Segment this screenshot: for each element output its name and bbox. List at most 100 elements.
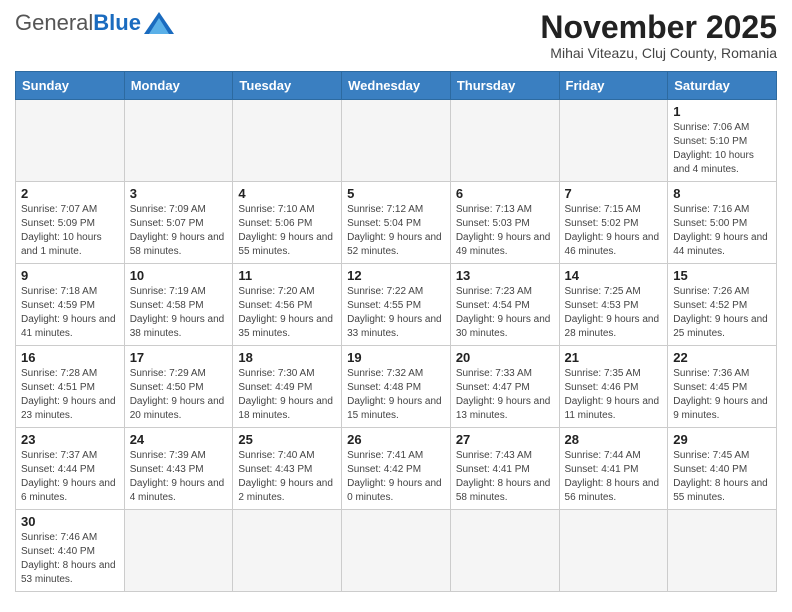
day-number: 21 xyxy=(565,350,663,365)
day-number: 14 xyxy=(565,268,663,283)
calendar-header: General Blue November 2025 Mihai Viteazu… xyxy=(15,10,777,61)
day-number: 24 xyxy=(130,432,228,447)
day-number: 7 xyxy=(565,186,663,201)
calendar-cell: 4 Sunrise: 7:10 AM Sunset: 5:06 PM Daylig… xyxy=(233,182,342,264)
calendar-cell xyxy=(233,510,342,592)
day-info: Sunrise: 7:37 AM Sunset: 4:44 PM Dayligh… xyxy=(21,449,119,505)
day-info: Sunrise: 7:46 AM Sunset: 4:40 PM Dayligh… xyxy=(21,531,119,587)
calendar-cell: 27Sunrise: 7:43 AM Sunset: 4:41 PM Dayli… xyxy=(450,428,559,510)
day-info: Sunrise: 7:22 AM Sunset: 4:55 PM Dayligh… xyxy=(347,285,445,341)
day-number: 13 xyxy=(456,268,554,283)
day-number: 20 xyxy=(456,350,554,365)
day-info: Sunrise: 7:07 AM Sunset: 5:09 PM Dayligh… xyxy=(21,203,119,259)
logo-general-text: General xyxy=(15,10,93,36)
calendar-week-row: 2 Sunrise: 7:07 AM Sunset: 5:09 PM Daylig… xyxy=(16,182,777,264)
calendar-cell xyxy=(668,510,777,592)
weekday-header-saturday: Saturday xyxy=(668,72,777,100)
calendar-cell: 16 Sunrise: 7:28 AM Sunset: 4:51 PM Dayli… xyxy=(16,346,125,428)
calendar-cell: 3Sunrise: 7:09 AM Sunset: 5:07 PM Daylig… xyxy=(124,182,233,264)
calendar-cell xyxy=(450,510,559,592)
calendar-cell: 1 Sunrise: 7:06 AM Sunset: 5:10 PM Daylig… xyxy=(668,100,777,182)
day-number: 1 xyxy=(673,104,771,119)
day-number: 23 xyxy=(21,432,119,447)
calendar-cell: 26Sunrise: 7:41 AM Sunset: 4:42 PM Dayli… xyxy=(342,428,451,510)
calendar-week-row: 16 Sunrise: 7:28 AM Sunset: 4:51 PM Dayli… xyxy=(16,346,777,428)
calendar-week-row: 9 Sunrise: 7:18 AM Sunset: 4:59 PM Daylig… xyxy=(16,264,777,346)
day-info: Sunrise: 7:28 AM Sunset: 4:51 PM Dayligh… xyxy=(21,367,119,423)
calendar-table: SundayMondayTuesdayWednesdayThursdayFrid… xyxy=(15,71,777,592)
day-info: Sunrise: 7:09 AM Sunset: 5:07 PM Dayligh… xyxy=(130,203,228,259)
calendar-cell xyxy=(342,510,451,592)
title-area: November 2025 Mihai Viteazu, Cluj County… xyxy=(540,10,777,61)
day-info: Sunrise: 7:23 AM Sunset: 4:54 PM Dayligh… xyxy=(456,285,554,341)
day-info: Sunrise: 7:33 AM Sunset: 4:47 PM Dayligh… xyxy=(456,367,554,423)
day-info: Sunrise: 7:20 AM Sunset: 4:56 PM Dayligh… xyxy=(238,285,336,341)
day-info: Sunrise: 7:06 AM Sunset: 5:10 PM Dayligh… xyxy=(673,121,771,177)
day-number: 4 xyxy=(238,186,336,201)
day-info: Sunrise: 7:19 AM Sunset: 4:58 PM Dayligh… xyxy=(130,285,228,341)
day-number: 15 xyxy=(673,268,771,283)
calendar-cell: 20 Sunrise: 7:33 AM Sunset: 4:47 PM Dayli… xyxy=(450,346,559,428)
month-title: November 2025 xyxy=(540,10,777,45)
calendar-cell: 30 Sunrise: 7:46 AM Sunset: 4:40 PM Dayli… xyxy=(16,510,125,592)
day-info: Sunrise: 7:45 AM Sunset: 4:40 PM Dayligh… xyxy=(673,449,771,505)
calendar-cell: 25Sunrise: 7:40 AM Sunset: 4:43 PM Dayli… xyxy=(233,428,342,510)
weekday-header-wednesday: Wednesday xyxy=(342,72,451,100)
calendar-body: 1 Sunrise: 7:06 AM Sunset: 5:10 PM Daylig… xyxy=(16,100,777,592)
calendar-week-row: 1 Sunrise: 7:06 AM Sunset: 5:10 PM Daylig… xyxy=(16,100,777,182)
calendar-cell: 21 Sunrise: 7:35 AM Sunset: 4:46 PM Dayli… xyxy=(559,346,668,428)
calendar-week-row: 30 Sunrise: 7:46 AM Sunset: 4:40 PM Dayli… xyxy=(16,510,777,592)
calendar-cell: 2 Sunrise: 7:07 AM Sunset: 5:09 PM Daylig… xyxy=(16,182,125,264)
calendar-cell xyxy=(450,100,559,182)
calendar-cell: 9 Sunrise: 7:18 AM Sunset: 4:59 PM Daylig… xyxy=(16,264,125,346)
logo: General Blue xyxy=(15,10,174,36)
calendar-cell: 29 Sunrise: 7:45 AM Sunset: 4:40 PM Dayli… xyxy=(668,428,777,510)
calendar-cell: 18Sunrise: 7:30 AM Sunset: 4:49 PM Dayli… xyxy=(233,346,342,428)
day-number: 9 xyxy=(21,268,119,283)
calendar-cell xyxy=(559,510,668,592)
day-number: 2 xyxy=(21,186,119,201)
day-number: 19 xyxy=(347,350,445,365)
weekday-row: SundayMondayTuesdayWednesdayThursdayFrid… xyxy=(16,72,777,100)
calendar-cell: 8Sunrise: 7:16 AM Sunset: 5:00 PM Daylig… xyxy=(668,182,777,264)
calendar-cell: 19 Sunrise: 7:32 AM Sunset: 4:48 PM Dayli… xyxy=(342,346,451,428)
calendar-cell xyxy=(233,100,342,182)
day-info: Sunrise: 7:35 AM Sunset: 4:46 PM Dayligh… xyxy=(565,367,663,423)
day-info: Sunrise: 7:39 AM Sunset: 4:43 PM Dayligh… xyxy=(130,449,228,505)
day-number: 29 xyxy=(673,432,771,447)
weekday-header-sunday: Sunday xyxy=(16,72,125,100)
day-info: Sunrise: 7:12 AM Sunset: 5:04 PM Dayligh… xyxy=(347,203,445,259)
day-number: 27 xyxy=(456,432,554,447)
day-info: Sunrise: 7:26 AM Sunset: 4:52 PM Dayligh… xyxy=(673,285,771,341)
day-number: 25 xyxy=(238,432,336,447)
day-info: Sunrise: 7:41 AM Sunset: 4:42 PM Dayligh… xyxy=(347,449,445,505)
calendar-cell: 22Sunrise: 7:36 AM Sunset: 4:45 PM Dayli… xyxy=(668,346,777,428)
day-number: 16 xyxy=(21,350,119,365)
day-info: Sunrise: 7:15 AM Sunset: 5:02 PM Dayligh… xyxy=(565,203,663,259)
day-number: 28 xyxy=(565,432,663,447)
calendar-cell: 23 Sunrise: 7:37 AM Sunset: 4:44 PM Dayli… xyxy=(16,428,125,510)
day-info: Sunrise: 7:29 AM Sunset: 4:50 PM Dayligh… xyxy=(130,367,228,423)
day-info: Sunrise: 7:10 AM Sunset: 5:06 PM Dayligh… xyxy=(238,203,336,259)
subtitle: Mihai Viteazu, Cluj County, Romania xyxy=(540,45,777,61)
calendar-cell: 12 Sunrise: 7:22 AM Sunset: 4:55 PM Dayli… xyxy=(342,264,451,346)
calendar-cell xyxy=(342,100,451,182)
day-number: 11 xyxy=(238,268,336,283)
day-info: Sunrise: 7:44 AM Sunset: 4:41 PM Dayligh… xyxy=(565,449,663,505)
day-number: 5 xyxy=(347,186,445,201)
day-number: 30 xyxy=(21,514,119,529)
calendar-cell: 5 Sunrise: 7:12 AM Sunset: 5:04 PM Daylig… xyxy=(342,182,451,264)
day-info: Sunrise: 7:32 AM Sunset: 4:48 PM Dayligh… xyxy=(347,367,445,423)
calendar-cell xyxy=(124,510,233,592)
day-info: Sunrise: 7:18 AM Sunset: 4:59 PM Dayligh… xyxy=(21,285,119,341)
day-number: 22 xyxy=(673,350,771,365)
calendar-week-row: 23 Sunrise: 7:37 AM Sunset: 4:44 PM Dayli… xyxy=(16,428,777,510)
logo-blue-text: Blue xyxy=(93,10,141,36)
calendar-cell xyxy=(559,100,668,182)
day-number: 10 xyxy=(130,268,228,283)
day-number: 8 xyxy=(673,186,771,201)
calendar-header-row: SundayMondayTuesdayWednesdayThursdayFrid… xyxy=(16,72,777,100)
day-number: 12 xyxy=(347,268,445,283)
logo-icon xyxy=(144,12,174,34)
day-info: Sunrise: 7:13 AM Sunset: 5:03 PM Dayligh… xyxy=(456,203,554,259)
